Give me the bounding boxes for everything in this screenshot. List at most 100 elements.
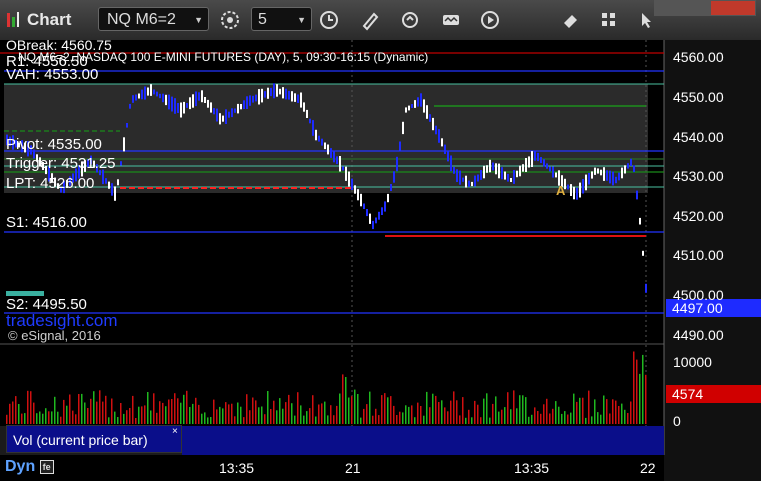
volume-bar xyxy=(228,404,230,424)
obreak-label: OBreak: 4560.75 xyxy=(6,37,112,53)
price-bar xyxy=(357,189,359,201)
wave-icon[interactable] xyxy=(440,9,462,31)
price-bar xyxy=(534,151,536,161)
price-bar xyxy=(336,156,338,165)
volume-bar xyxy=(591,416,593,424)
price-bar xyxy=(639,217,641,225)
copyright-text: © eSignal, 2016 xyxy=(8,328,101,343)
price-bar xyxy=(174,98,176,114)
price-bar xyxy=(162,93,164,103)
volume-bar xyxy=(525,397,527,424)
price-bar xyxy=(489,159,491,173)
chevron-down-icon[interactable]: ▼ xyxy=(297,8,306,32)
price-bar xyxy=(597,168,599,174)
close-icon[interactable]: × xyxy=(172,426,178,437)
price-bar xyxy=(147,87,149,96)
price-bar xyxy=(255,94,257,102)
volume-bar xyxy=(72,410,74,424)
price-bar xyxy=(153,89,155,95)
price-bar xyxy=(582,179,584,194)
price-bar xyxy=(636,190,638,200)
price-bar xyxy=(228,111,230,118)
price-bar xyxy=(168,94,170,110)
play-icon[interactable] xyxy=(479,9,501,31)
dynamic-mode-label[interactable]: Dyn fe xyxy=(5,458,54,476)
price-bar xyxy=(447,151,449,162)
price-bar xyxy=(444,144,446,154)
volume-bar xyxy=(471,417,473,424)
eraser-icon[interactable] xyxy=(560,9,582,31)
volume-bar xyxy=(468,409,470,424)
minimize-button[interactable] xyxy=(654,0,682,16)
price-bar xyxy=(645,283,647,293)
price-bar xyxy=(138,93,140,99)
symbol-input[interactable]: NQ M6=2 ▼ xyxy=(98,7,209,31)
dynamic-mode-text: Dyn xyxy=(5,458,36,475)
clock-icon[interactable] xyxy=(318,9,340,31)
gear-icon[interactable] xyxy=(219,9,241,31)
price-bar xyxy=(540,157,542,163)
price-bar xyxy=(456,169,458,182)
volume-bar xyxy=(69,394,71,424)
chevron-down-icon[interactable]: ▼ xyxy=(194,8,203,32)
volume-bar xyxy=(75,414,77,424)
grid-icon[interactable] xyxy=(598,9,620,31)
volume-bar xyxy=(438,402,440,424)
x-axis-tick: 13:35 xyxy=(219,460,255,476)
price-bar xyxy=(372,220,374,230)
price-bar xyxy=(237,103,239,114)
price-bar xyxy=(363,203,365,209)
price-bar xyxy=(528,156,530,168)
price-bar xyxy=(594,167,596,175)
price-bar xyxy=(243,100,245,109)
volume-bar xyxy=(234,416,236,424)
price-bar xyxy=(633,165,635,173)
volume-bar xyxy=(42,413,44,424)
price-bar xyxy=(471,181,473,187)
volume-bar xyxy=(627,413,629,424)
price-bar xyxy=(579,182,581,198)
volume-bar xyxy=(420,406,422,424)
price-bar xyxy=(276,84,278,97)
volume-bar xyxy=(48,411,50,424)
close-button[interactable] xyxy=(710,0,756,16)
y-axis-tick: 4540.00 xyxy=(673,129,724,145)
volume-study-label[interactable]: Vol (current price bar) xyxy=(6,425,182,453)
price-bar xyxy=(510,178,512,182)
price-bar xyxy=(288,90,290,100)
maximize-button[interactable] xyxy=(682,0,710,16)
lock-icon[interactable]: fe xyxy=(39,459,54,474)
volume-bar xyxy=(60,416,62,424)
volume-axis-tick: 10000 xyxy=(673,354,712,370)
pencil-icon[interactable] xyxy=(359,9,381,31)
link-icon[interactable] xyxy=(399,9,421,31)
price-bar xyxy=(150,84,152,96)
price-bar xyxy=(492,162,494,171)
price-bar xyxy=(552,166,554,178)
price-bar xyxy=(375,217,377,224)
price-bar xyxy=(411,104,413,108)
price-bar xyxy=(309,118,311,124)
volume-bar xyxy=(615,400,617,424)
price-bar xyxy=(144,86,146,100)
price-bar xyxy=(207,99,209,108)
price-bar xyxy=(294,93,296,102)
volume-bar xyxy=(252,397,254,424)
volume-bar xyxy=(534,407,536,424)
volume-bar xyxy=(339,393,341,424)
volume-bar xyxy=(30,391,32,424)
volume-bar xyxy=(300,405,302,424)
volume-bar xyxy=(198,404,200,424)
price-bar xyxy=(627,163,629,169)
price-bar xyxy=(111,183,113,196)
volume-bar xyxy=(621,403,623,424)
window-controls xyxy=(654,0,756,16)
volume-bar xyxy=(9,403,11,424)
interval-input[interactable]: 5 ▼ xyxy=(251,7,312,31)
volume-bar xyxy=(447,411,449,424)
price-bar xyxy=(141,89,143,100)
price-bar xyxy=(591,171,593,179)
volume-bar xyxy=(171,399,173,424)
price-bar xyxy=(264,91,266,98)
price-chart[interactable] xyxy=(0,40,761,481)
